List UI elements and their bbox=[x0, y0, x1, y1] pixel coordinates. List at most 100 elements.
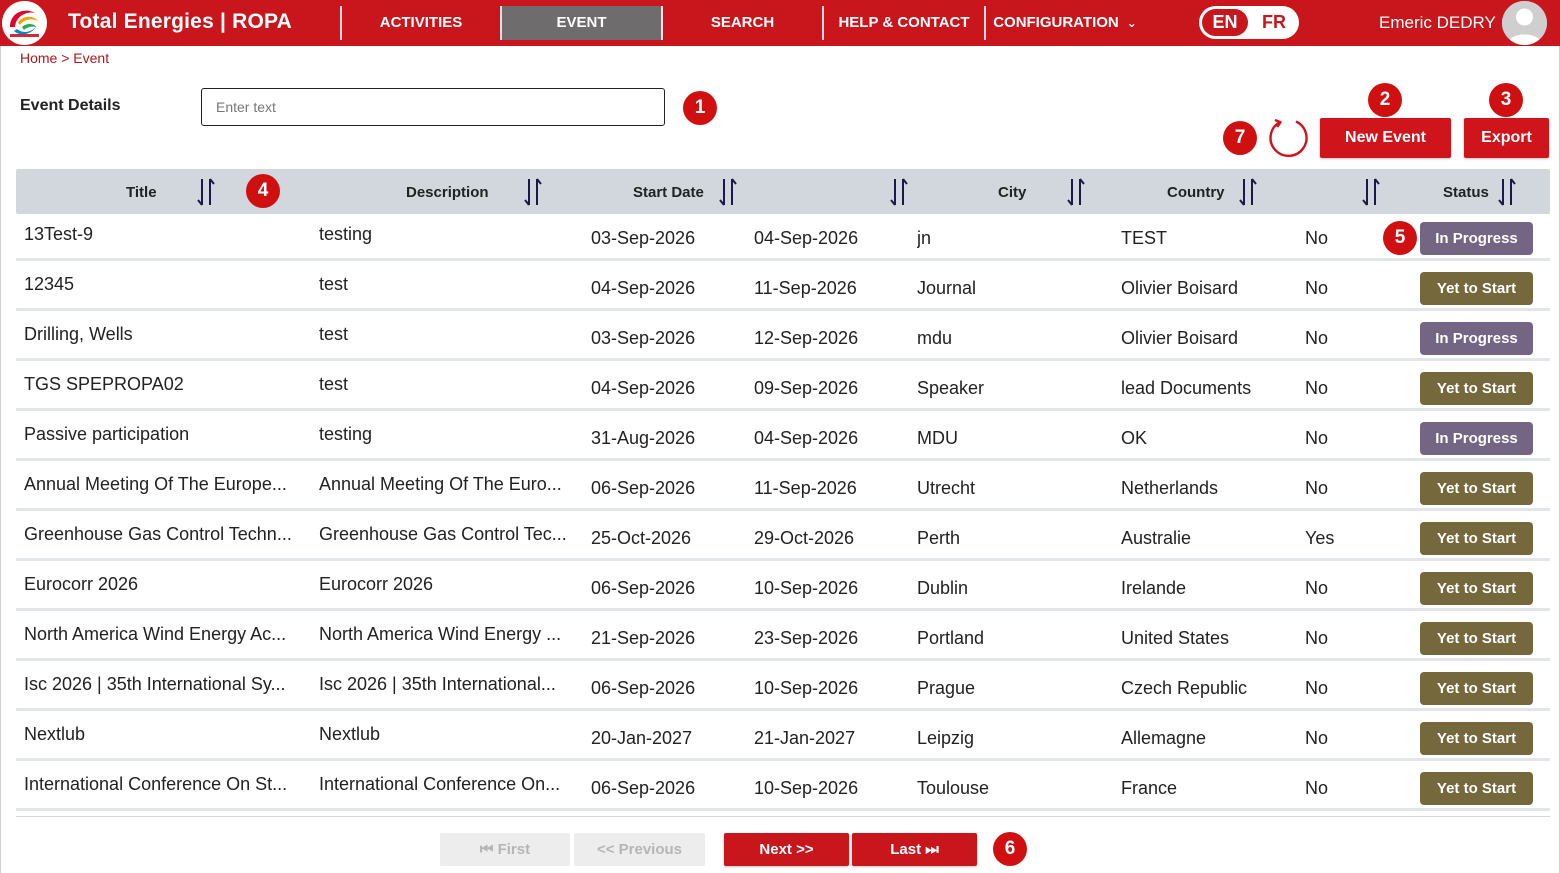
cell-description: test bbox=[319, 374, 349, 394]
cell-title: TGS SPEPROPA02 bbox=[24, 374, 184, 394]
cell-description: Nextlub bbox=[319, 724, 381, 744]
user-avatar-icon bbox=[1502, 1, 1547, 45]
nav-activities[interactable]: ACTIVITIES bbox=[342, 6, 500, 40]
sort-icon[interactable] bbox=[718, 177, 738, 207]
table-row[interactable]: Passive participation testing 31-Aug-202… bbox=[16, 414, 1550, 461]
pager-next-button[interactable]: Next >> bbox=[724, 833, 849, 866]
table-row[interactable]: International Conference On St... Intern… bbox=[16, 764, 1550, 811]
cell-title: International Conference On St... bbox=[24, 774, 288, 794]
cell-start-date: 06-Sep-2026 bbox=[591, 778, 696, 798]
cell-end-date: 11-Sep-2026 bbox=[754, 478, 857, 498]
cell-country: Australie bbox=[1121, 528, 1192, 548]
cell-start-date: 04-Sep-2026 bbox=[591, 378, 696, 398]
cell-description: Annual Meeting Of The Euro... bbox=[319, 474, 562, 494]
cell-description: testing bbox=[319, 224, 373, 244]
nav-event[interactable]: EVENT bbox=[502, 6, 661, 40]
status-badge[interactable]: Yet to Start bbox=[1420, 372, 1533, 405]
cell-end-date: 04-Sep-2026 bbox=[754, 228, 859, 248]
status-badge[interactable]: Yet to Start bbox=[1420, 272, 1533, 305]
status-badge[interactable]: Yet to Start bbox=[1420, 722, 1533, 755]
column-header-country[interactable]: Country bbox=[1167, 184, 1225, 201]
breadcrumb[interactable]: Home > Event bbox=[20, 50, 109, 66]
column-header-start-date[interactable]: Start Date bbox=[633, 184, 704, 201]
status-badge[interactable]: Yet to Start bbox=[1420, 522, 1533, 555]
cell-country: Czech Republic bbox=[1121, 678, 1248, 698]
totalenergies-logo-icon bbox=[2, 1, 47, 45]
cell-flag: No bbox=[1305, 628, 1329, 648]
pager-last-button[interactable]: Last ⏭ bbox=[852, 833, 977, 866]
event-details-input[interactable] bbox=[201, 88, 665, 126]
new-event-button[interactable]: New Event bbox=[1320, 118, 1451, 158]
table-row[interactable]: 12345 test 04-Sep-2026 11-Sep-2026 Journ… bbox=[16, 264, 1550, 311]
table-row[interactable]: Nextlub Nextlub 20-Jan-2027 21-Jan-2027 … bbox=[16, 714, 1550, 761]
cell-end-date: 04-Sep-2026 bbox=[754, 428, 859, 448]
refresh-icon[interactable] bbox=[1266, 116, 1310, 160]
sort-icon[interactable] bbox=[1238, 177, 1258, 207]
status-badge[interactable]: Yet to Start bbox=[1420, 772, 1533, 805]
language-en[interactable]: EN bbox=[1202, 9, 1248, 36]
annotation-marker-1: 1 bbox=[683, 91, 717, 125]
cell-end-date: 10-Sep-2026 bbox=[754, 578, 859, 598]
table-row[interactable]: Greenhouse Gas Control Techn... Greenhou… bbox=[16, 514, 1550, 561]
sort-icon[interactable] bbox=[196, 177, 216, 207]
table-row[interactable]: Eurocorr 2026 Eurocorr 2026 06-Sep-2026 … bbox=[16, 564, 1550, 611]
sort-icon[interactable] bbox=[523, 177, 543, 207]
cell-country: Olivier Boisard bbox=[1121, 278, 1239, 298]
nav-configuration[interactable]: CONFIGURATION ⌄ bbox=[986, 6, 1144, 40]
export-button[interactable]: Export bbox=[1464, 118, 1549, 158]
cell-city: Journal bbox=[917, 278, 977, 298]
sort-icon[interactable] bbox=[1066, 177, 1086, 207]
table-row[interactable]: 13Test-9 testing 03-Sep-2026 04-Sep-2026… bbox=[16, 214, 1550, 261]
column-header-title[interactable]: Title bbox=[126, 184, 157, 201]
cell-description: Isc 2026 | 35th International... bbox=[319, 674, 556, 694]
cell-city: Toulouse bbox=[917, 778, 990, 798]
column-header-city[interactable]: City bbox=[998, 184, 1026, 201]
status-badge[interactable]: In Progress bbox=[1420, 322, 1533, 355]
cell-flag: No bbox=[1305, 578, 1329, 598]
cell-country: Allemagne bbox=[1121, 728, 1207, 748]
language-toggle[interactable]: EN FR bbox=[1199, 6, 1299, 39]
chevron-down-icon: ⌄ bbox=[1126, 16, 1137, 30]
annotation-marker-5: 5 bbox=[1383, 221, 1417, 255]
table-row[interactable]: TGS SPEPROPA02 test 04-Sep-2026 09-Sep-2… bbox=[16, 364, 1550, 411]
status-badge[interactable]: In Progress bbox=[1420, 422, 1533, 455]
status-badge[interactable]: Yet to Start bbox=[1420, 572, 1533, 605]
cell-start-date: 21-Sep-2026 bbox=[591, 628, 696, 648]
totalenergies-logo[interactable] bbox=[2, 1, 47, 45]
column-header-status[interactable]: Status bbox=[1443, 184, 1489, 201]
status-badge[interactable]: Yet to Start bbox=[1420, 622, 1533, 655]
sort-icon-flag[interactable] bbox=[1361, 177, 1381, 207]
cell-start-date: 03-Sep-2026 bbox=[591, 328, 696, 348]
nav-help-contact[interactable]: HELP & CONTACT bbox=[824, 6, 984, 40]
nav-search[interactable]: SEARCH bbox=[663, 6, 822, 40]
sort-icon[interactable] bbox=[1497, 177, 1517, 207]
cell-flag: Yes bbox=[1305, 528, 1335, 548]
cell-start-date: 03-Sep-2026 bbox=[591, 228, 696, 248]
pager-first-button[interactable]: ⏮ First bbox=[440, 833, 570, 866]
table-row[interactable]: Drilling, Wells test 03-Sep-2026 12-Sep-… bbox=[16, 314, 1550, 361]
table-row[interactable]: Isc 2026 | 35th International Sy... Isc … bbox=[16, 664, 1550, 711]
cell-city: Utrecht bbox=[917, 478, 976, 498]
cell-start-date: 06-Sep-2026 bbox=[591, 578, 696, 598]
cell-description: testing bbox=[319, 424, 373, 444]
cell-end-date: 11-Sep-2026 bbox=[754, 278, 857, 298]
cell-flag: No bbox=[1305, 428, 1329, 448]
language-fr[interactable]: FR bbox=[1253, 9, 1295, 36]
table-row[interactable]: North America Wind Energy Ac... North Am… bbox=[16, 614, 1550, 661]
status-badge[interactable]: Yet to Start bbox=[1420, 672, 1533, 705]
column-header-description[interactable]: Description bbox=[406, 184, 489, 201]
status-badge[interactable]: In Progress bbox=[1420, 222, 1533, 255]
cell-city: mdu bbox=[917, 328, 953, 348]
table-row[interactable]: Annual Meeting Of The Europe... Annual M… bbox=[16, 464, 1550, 511]
cell-title: Annual Meeting Of The Europe... bbox=[24, 474, 287, 494]
annotation-marker-4: 4 bbox=[246, 174, 280, 208]
annotation-marker-2: 2 bbox=[1368, 83, 1402, 117]
cell-city: MDU bbox=[917, 428, 958, 448]
pager-previous-button[interactable]: << Previous bbox=[574, 833, 705, 866]
status-badge[interactable]: Yet to Start bbox=[1420, 472, 1533, 505]
sort-icon-end-date[interactable] bbox=[889, 177, 909, 207]
cell-flag: No bbox=[1305, 478, 1329, 498]
cell-title: Eurocorr 2026 bbox=[24, 574, 139, 594]
user-avatar[interactable] bbox=[1502, 1, 1547, 45]
cell-city: jn bbox=[917, 228, 932, 248]
